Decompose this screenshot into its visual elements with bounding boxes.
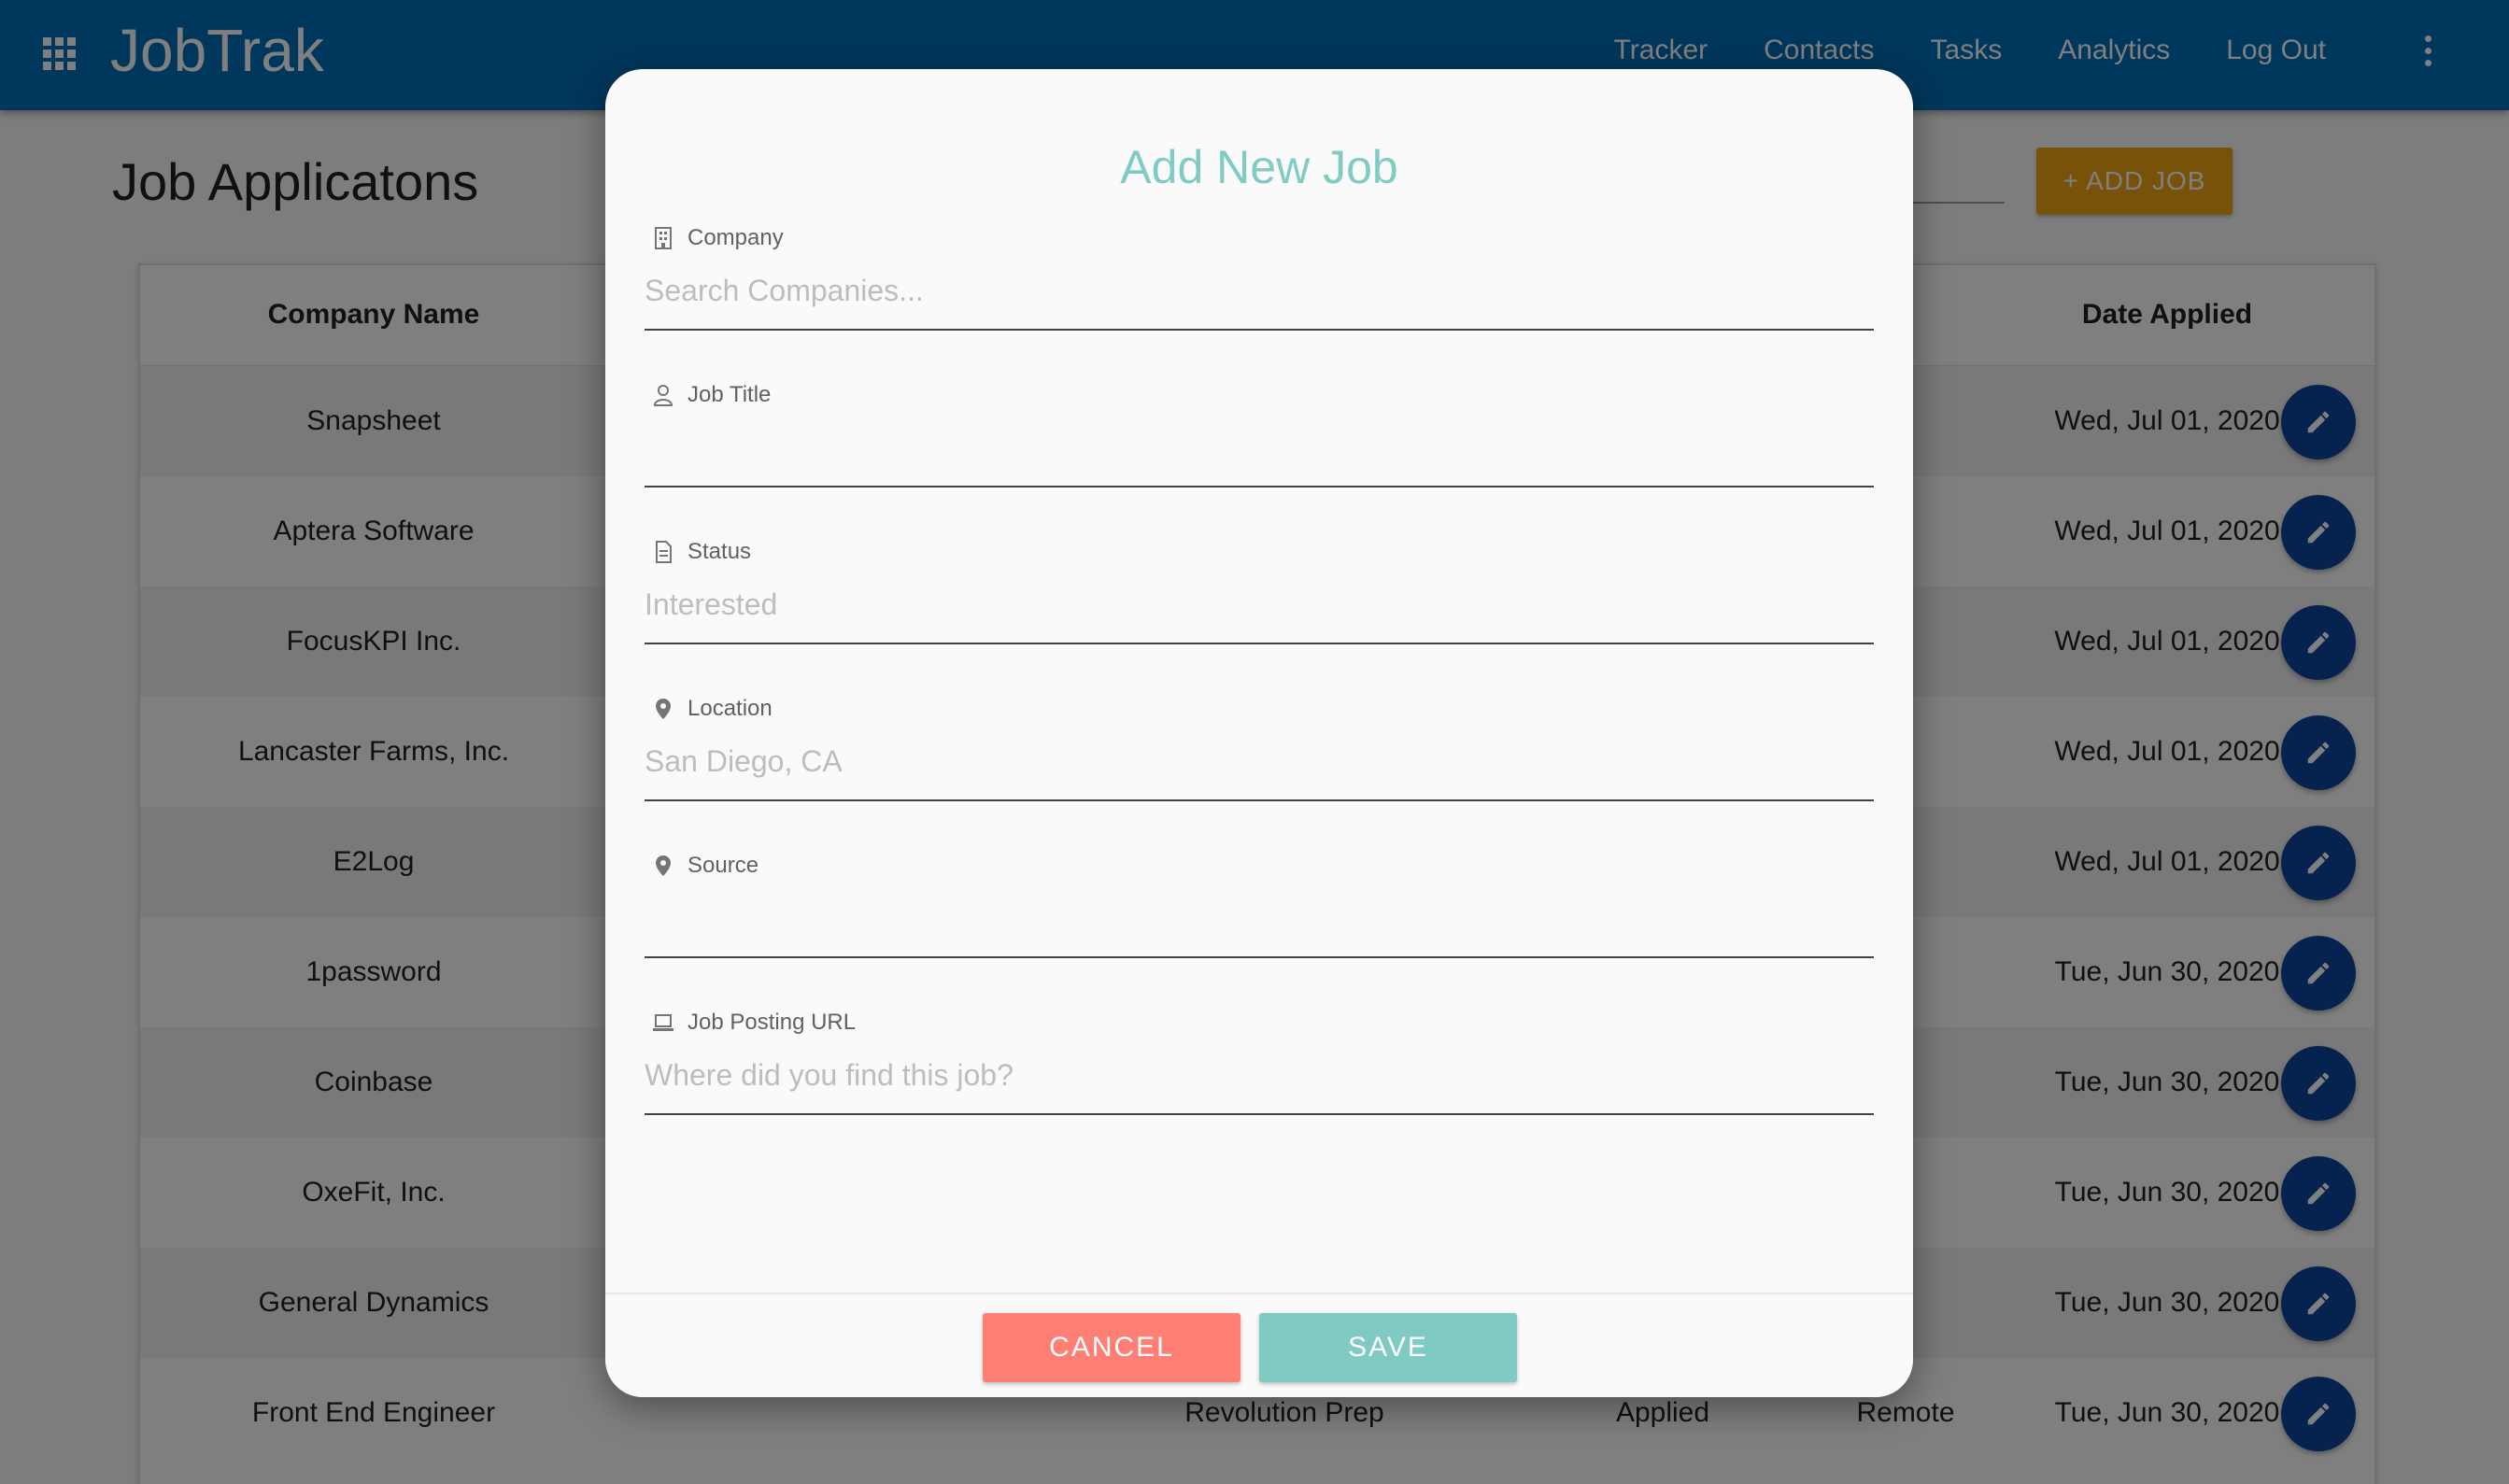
status-underline (645, 643, 1874, 644)
job-title-underline (645, 486, 1874, 488)
job-title-input[interactable] (645, 417, 1874, 478)
company-label: Company (687, 225, 784, 250)
dialog-title: Add New Job (1120, 141, 1398, 193)
job-posting-url-field: Job Posting URL (645, 1009, 1874, 1121)
source-field: Source (645, 852, 1874, 964)
status-input[interactable] (645, 573, 1874, 635)
company-field: Company (645, 224, 1874, 336)
job-posting-url-label: Job Posting URL (687, 1010, 857, 1035)
company-underline (645, 329, 1874, 331)
job-title-label: Job Title (687, 382, 772, 407)
status-label: Status (687, 539, 752, 564)
job-posting-url-input[interactable] (645, 1044, 1874, 1106)
location-label: Location (687, 696, 773, 721)
source-label: Source (687, 853, 759, 878)
document-icon (656, 541, 672, 563)
location-field: Location (645, 695, 1874, 807)
map-pin-icon (656, 855, 671, 876)
person-icon (653, 385, 673, 406)
job-title-field: Job Title (645, 381, 1874, 493)
location-underline (645, 799, 1874, 801)
building-icon (655, 227, 672, 249)
location-input[interactable] (645, 730, 1874, 792)
job-posting-url-underline (645, 1113, 1874, 1115)
laptop-icon (653, 1014, 673, 1031)
cancel-button[interactable]: CANCEL (983, 1313, 1240, 1382)
map-pin-icon (656, 699, 671, 719)
source-input[interactable] (645, 887, 1874, 949)
save-button[interactable]: SAVE (1259, 1313, 1517, 1382)
add-job-dialog: Add New Job Company Job Title Status Loc… (605, 69, 1913, 1397)
dialog-footer: CANCEL SAVE (605, 1293, 1913, 1397)
company-search-input[interactable] (645, 260, 1874, 321)
source-underline (645, 956, 1874, 958)
status-field: Status (645, 538, 1874, 650)
